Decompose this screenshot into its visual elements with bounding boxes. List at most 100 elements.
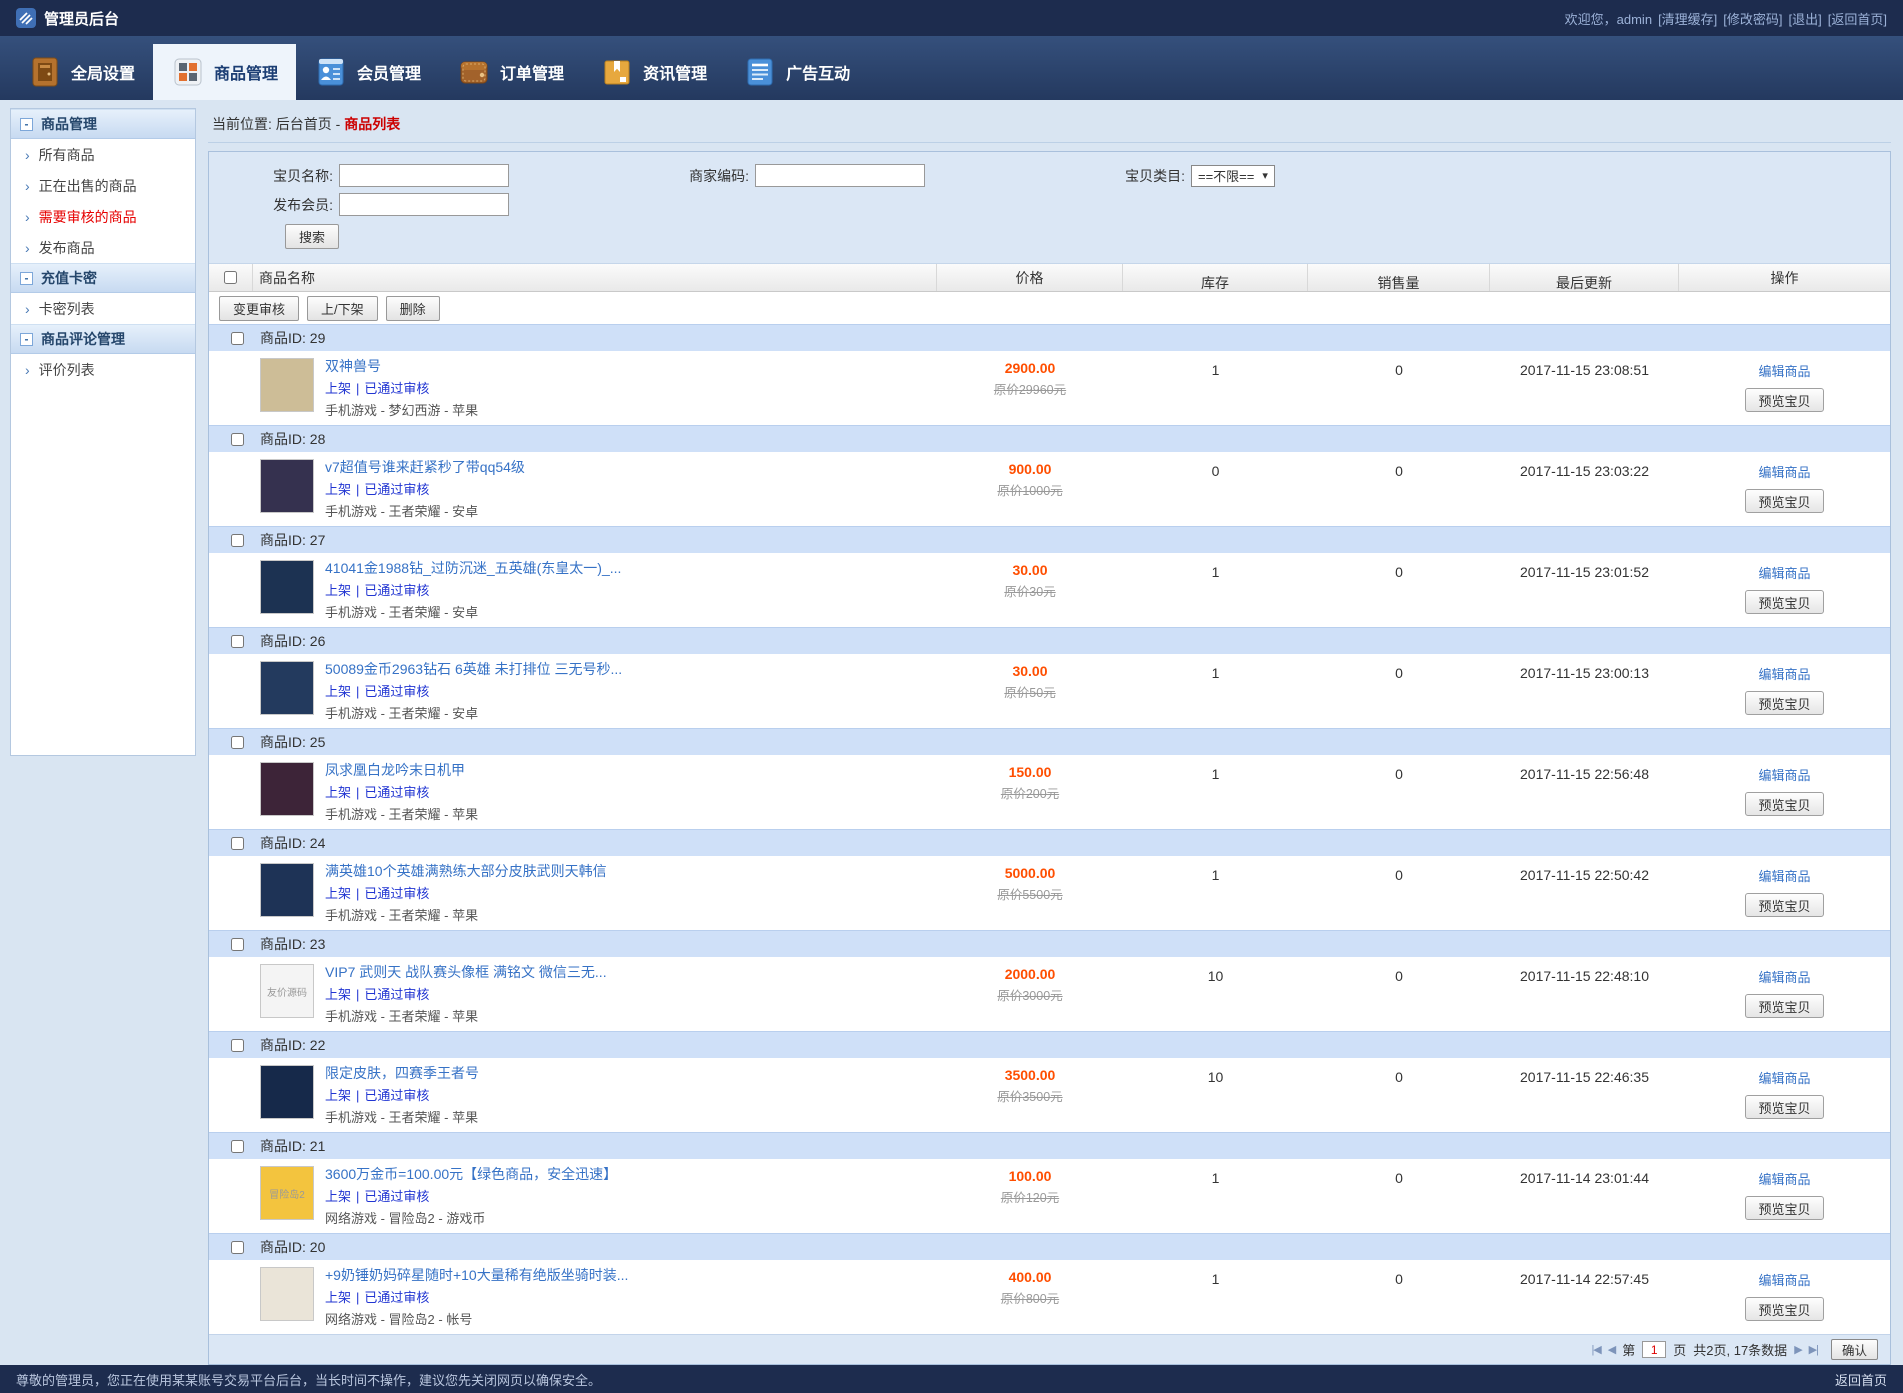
change-audit-button[interactable]: 变更审核 [219,296,299,321]
edit-product-link[interactable]: 编辑商品 [1758,765,1810,784]
preview-product-button[interactable]: 预览宝贝 [1745,691,1823,715]
row-checkbox[interactable] [231,332,244,345]
product-title-link[interactable]: 限定皮肤，四赛季王者号 [325,1065,479,1082]
product-id-text: 商品ID: 21 [260,1136,325,1156]
search-button[interactable]: 搜索 [285,224,339,249]
onsale-status-link[interactable]: 上架 [325,1088,351,1103]
last-page-button[interactable]: ▶| [1809,1343,1818,1356]
row-checkbox[interactable] [231,635,244,648]
audit-status-link[interactable]: 已通过审核 [364,482,429,497]
sidebar-item-review-list[interactable]: 评价列表 [11,354,195,385]
onsale-status-link[interactable]: 上架 [325,987,351,1002]
row-checkbox[interactable] [231,1140,244,1153]
row-checkbox[interactable] [231,837,244,850]
edit-product-link[interactable]: 编辑商品 [1758,462,1810,481]
sidebar-item-on-sale-goods[interactable]: 正在出售的商品 [11,170,195,201]
onsale-status-link[interactable]: 上架 [325,1189,351,1204]
preview-product-button[interactable]: 预览宝贝 [1745,1297,1823,1321]
preview-product-button[interactable]: 预览宝贝 [1745,792,1823,816]
row-checkbox[interactable] [231,433,244,446]
page-number-input[interactable] [1642,1341,1666,1358]
preview-product-button[interactable]: 预览宝贝 [1745,1196,1823,1220]
footer-back-home-link[interactable]: 返回首页 [1835,1370,1887,1389]
sidebar-item-pending-audit-goods[interactable]: 需要审核的商品 [11,201,195,232]
sidebar-item-card-list[interactable]: 卡密列表 [11,293,195,324]
toggle-shelf-button[interactable]: 上/下架 [307,296,378,321]
select-all-checkbox[interactable] [224,271,237,284]
tab-news-management[interactable]: 资讯管理 [582,44,725,100]
audit-status-link[interactable]: 已通过审核 [364,684,429,699]
product-title-link[interactable]: 满英雄10个英雄满熟练大部分皮肤武则天韩信 [325,863,607,880]
onsale-status-link[interactable]: 上架 [325,886,351,901]
edit-product-link[interactable]: 编辑商品 [1758,664,1810,683]
row-checkbox[interactable] [231,534,244,547]
edit-product-link[interactable]: 编辑商品 [1758,866,1810,885]
product-title-link[interactable]: +9奶锤奶妈碎星随时+10大量稀有绝版坐骑时装... [325,1267,628,1284]
edit-product-link[interactable]: 编辑商品 [1758,1270,1810,1289]
edit-product-link[interactable]: 编辑商品 [1758,361,1810,380]
col-header-price: 价格 [937,264,1123,291]
tab-goods-management[interactable]: 商品管理 [153,44,296,100]
back-home-link[interactable]: [返回首页] [1828,9,1887,28]
edit-product-link[interactable]: 编辑商品 [1758,1169,1810,1188]
row-checkbox[interactable] [231,938,244,951]
change-password-link[interactable]: [修改密码] [1723,9,1782,28]
sidebar-group-goods-reviews[interactable]: 商品评论管理 [11,324,195,354]
onsale-status-link[interactable]: 上架 [325,381,351,396]
preview-product-button[interactable]: 预览宝贝 [1745,489,1823,513]
audit-status-link[interactable]: 已通过审核 [364,886,429,901]
onsale-status-link[interactable]: 上架 [325,785,351,800]
product-title-link[interactable]: 3600万金币=100.00元【绿色商品，安全迅速】 [325,1166,617,1183]
audit-status-link[interactable]: 已通过审核 [364,1088,429,1103]
tab-order-management[interactable]: 订单管理 [439,44,582,100]
onsale-status-link[interactable]: 上架 [325,482,351,497]
publisher-member-input[interactable] [339,193,509,216]
edit-product-link[interactable]: 编辑商品 [1758,563,1810,582]
tab-global-settings[interactable]: 全局设置 [10,44,153,100]
product-row-content: 双神兽号 上架|已通过审核 手机游戏 - 梦幻西游 - 苹果 2900.00 原… [209,351,1890,425]
product-title-link[interactable]: 41041金1988钻_过防沉迷_五英雄(东皇太一)_... [325,560,621,577]
onsale-status-link[interactable]: 上架 [325,1290,351,1305]
preview-product-button[interactable]: 预览宝贝 [1745,1095,1823,1119]
row-checkbox[interactable] [231,736,244,749]
audit-status-link[interactable]: 已通过审核 [364,785,429,800]
confirm-button[interactable]: 确认 [1831,1339,1878,1360]
product-title-link[interactable]: 凤求凰白龙吟末日机甲 [325,762,478,779]
audit-status-link[interactable]: 已通过审核 [364,1189,429,1204]
product-title-link[interactable]: v7超值号谁来赶紧秒了带qq54级 [325,459,525,476]
product-title-link[interactable]: VIP7 武则天 战队赛头像框 满铭文 微信三无... [325,964,607,981]
delete-button[interactable]: 删除 [386,296,440,321]
sidebar-group-recharge-cards[interactable]: 充值卡密 [11,263,195,293]
row-checkbox[interactable] [231,1039,244,1052]
prev-page-button[interactable]: ◀ [1608,1343,1615,1356]
baby-name-input[interactable] [339,164,509,187]
row-checkbox[interactable] [231,1241,244,1254]
audit-status-link[interactable]: 已通过审核 [364,583,429,598]
audit-status-link[interactable]: 已通过审核 [364,1290,429,1305]
category-select[interactable]: ==不限== [1191,165,1275,187]
onsale-status-link[interactable]: 上架 [325,684,351,699]
preview-product-button[interactable]: 预览宝贝 [1745,994,1823,1018]
edit-product-link[interactable]: 编辑商品 [1758,967,1810,986]
preview-product-button[interactable]: 预览宝贝 [1745,893,1823,917]
preview-product-button[interactable]: 预览宝贝 [1745,590,1823,614]
merchant-code-input[interactable] [755,164,925,187]
audit-status-link[interactable]: 已通过审核 [364,381,429,396]
audit-status-link[interactable]: 已通过审核 [364,987,429,1002]
onsale-status-link[interactable]: 上架 [325,583,351,598]
tab-ad-interaction[interactable]: 广告互动 [725,44,868,100]
product-stock: 1 [1123,654,1308,728]
sidebar-group-goods[interactable]: 商品管理 [11,109,195,139]
product-title-link[interactable]: 双神兽号 [325,358,478,375]
logout-link[interactable]: [退出] [1789,9,1822,28]
tab-member-management[interactable]: 会员管理 [296,44,439,100]
first-page-button[interactable]: |◀ [1591,1343,1600,1356]
next-page-button[interactable]: ▶ [1794,1343,1801,1356]
preview-product-button[interactable]: 预览宝贝 [1745,388,1823,412]
product-title-link[interactable]: 50089金币2963钻石 6英雄 未打排位 三无号秒... [325,661,622,678]
sidebar-item-publish-goods[interactable]: 发布商品 [11,232,195,263]
edit-product-link[interactable]: 编辑商品 [1758,1068,1810,1087]
clear-cache-link[interactable]: [清理缓存] [1658,9,1717,28]
product-id-bar: 商品ID: 20 [209,1233,1890,1260]
sidebar-item-all-goods[interactable]: 所有商品 [11,139,195,170]
